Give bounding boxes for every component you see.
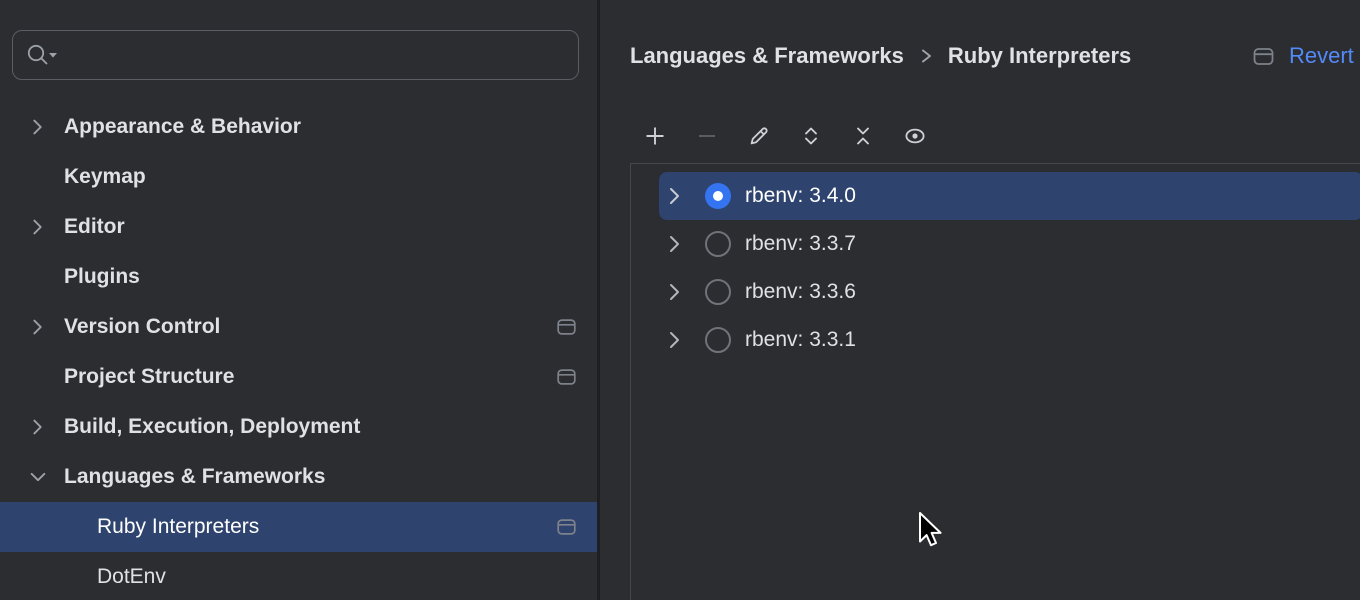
per-project-settings-icon <box>1253 47 1274 66</box>
sidebar-item-editor[interactable]: Editor <box>0 202 597 252</box>
breadcrumb-parent[interactable]: Languages & Frameworks <box>630 43 904 69</box>
per-project-settings-icon <box>557 519 576 536</box>
revert-link[interactable]: Revert <box>1289 43 1354 69</box>
sidebar-item-label: Build, Execution, Deployment <box>64 415 360 439</box>
expand-toggle[interactable] <box>27 416 49 438</box>
chevron-right-icon <box>663 280 687 304</box>
interpreter-label: rbenv: 3.3.6 <box>745 280 856 304</box>
eye-icon <box>903 124 927 148</box>
remove-button <box>695 124 719 148</box>
sidebar-item-label: Keymap <box>64 165 146 189</box>
interpreter-row-rbenv-3-4-0[interactable]: rbenv: 3.4.0 <box>659 172 1360 220</box>
interpreter-radio[interactable] <box>705 183 731 209</box>
chevron-down-icon <box>27 465 49 489</box>
collapse-all-button[interactable] <box>851 124 875 148</box>
settings-dialog: Appearance & Behavior Keymap Editor Plugins… <box>0 0 1360 600</box>
sidebar-item-label: Appearance & Behavior <box>64 115 301 139</box>
expand-toggle[interactable] <box>663 328 687 352</box>
sidebar-item-project-structure[interactable]: Project Structure <box>0 352 597 402</box>
breadcrumb: Languages & Frameworks Ruby Interpreters <box>630 36 1131 76</box>
interpreter-row-rbenv-3-3-7[interactable]: rbenv: 3.3.7 <box>659 220 1360 268</box>
interpreters-list: rbenv: 3.4.0 rbenv: 3.3.7 rbenv: 3.3.6 rben… <box>630 163 1360 600</box>
sidebar-item-label: Plugins <box>64 265 140 289</box>
expand-toggle[interactable] <box>27 466 49 488</box>
settings-sidebar: Appearance & Behavior Keymap Editor Plugins… <box>0 0 597 600</box>
interpreter-label: rbenv: 3.3.1 <box>745 328 856 352</box>
sidebar-item-dotenv[interactable]: DotEnv <box>0 552 597 600</box>
breadcrumb-chevron-icon <box>919 47 933 65</box>
edit-button[interactable] <box>747 124 771 148</box>
chevron-right-icon <box>663 328 687 352</box>
sidebar-item-build-execution-deployment[interactable]: Build, Execution, Deployment <box>0 402 597 452</box>
sidebar-item-label: Editor <box>64 215 125 239</box>
interpreter-radio[interactable] <box>705 279 731 305</box>
sidebar-item-plugins[interactable]: Plugins <box>0 252 597 302</box>
interpreters-toolbar <box>643 124 927 148</box>
chevron-right-icon <box>27 115 49 139</box>
sidebar-item-appearance-behavior[interactable]: Appearance & Behavior <box>0 102 597 152</box>
search-icon <box>25 42 59 68</box>
add-button[interactable] <box>643 124 667 148</box>
sidebar-item-keymap[interactable]: Keymap <box>0 152 597 202</box>
interpreter-label: rbenv: 3.4.0 <box>745 184 856 208</box>
breadcrumb-current: Ruby Interpreters <box>948 43 1131 69</box>
view-button[interactable] <box>903 124 927 148</box>
interpreter-radio[interactable] <box>705 327 731 353</box>
expand-toggle[interactable] <box>663 184 687 208</box>
sidebar-item-languages-frameworks[interactable]: Languages & Frameworks <box>0 452 597 502</box>
sidebar-item-label: Project Structure <box>64 365 234 389</box>
plus-icon <box>643 124 667 148</box>
search-options-dropdown-icon <box>49 53 57 58</box>
interpreter-radio[interactable] <box>705 231 731 257</box>
settings-tree: Appearance & Behavior Keymap Editor Plugins… <box>0 102 597 600</box>
interpreter-row-rbenv-3-3-1[interactable]: rbenv: 3.3.1 <box>659 316 1360 364</box>
expand-toggle[interactable] <box>663 232 687 256</box>
per-project-settings-icon <box>557 369 576 386</box>
chevron-right-icon <box>663 184 687 208</box>
breadcrumb-actions: Revert <box>1253 36 1354 76</box>
sidebar-item-label: DotEnv <box>97 565 166 589</box>
sidebar-item-label: Version Control <box>64 315 220 339</box>
chevron-right-icon <box>27 215 49 239</box>
minus-icon <box>695 124 719 148</box>
fold-icon <box>851 124 875 148</box>
sidebar-item-ruby-interpreters[interactable]: Ruby Interpreters <box>0 502 597 552</box>
expand-toggle[interactable] <box>27 116 49 138</box>
chevron-right-icon <box>663 232 687 256</box>
expand-toggle[interactable] <box>27 316 49 338</box>
expand-toggle[interactable] <box>27 216 49 238</box>
expand-all-button[interactable] <box>799 124 823 148</box>
sidebar-item-label: Ruby Interpreters <box>97 515 259 539</box>
settings-content-pane: Languages & Frameworks Ruby Interpreters… <box>600 0 1360 600</box>
pencil-icon <box>747 124 771 148</box>
search-input[interactable] <box>67 44 566 67</box>
per-project-settings-icon <box>557 319 576 336</box>
sidebar-item-version-control[interactable]: Version Control <box>0 302 597 352</box>
settings-search-field[interactable] <box>12 30 579 80</box>
unfold-icon <box>799 124 823 148</box>
expand-toggle[interactable] <box>663 280 687 304</box>
chevron-right-icon <box>27 315 49 339</box>
interpreter-row-rbenv-3-3-6[interactable]: rbenv: 3.3.6 <box>659 268 1360 316</box>
interpreter-label: rbenv: 3.3.7 <box>745 232 856 256</box>
chevron-right-icon <box>27 415 49 439</box>
sidebar-item-label: Languages & Frameworks <box>64 465 325 489</box>
